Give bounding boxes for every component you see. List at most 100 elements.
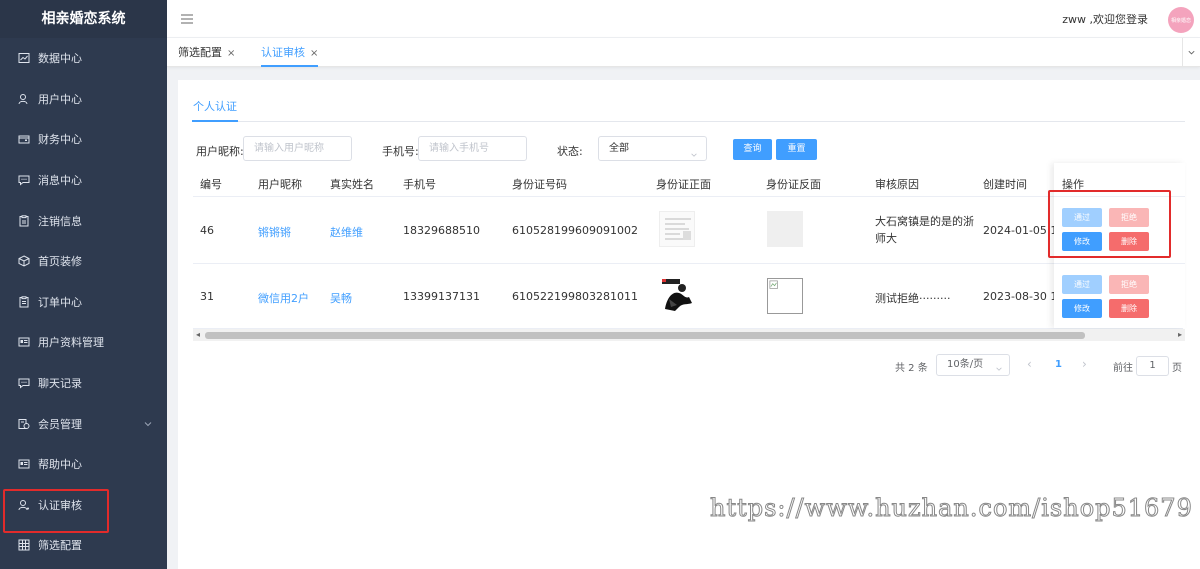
watermark-text: https://www.huzhan.com/ishop51679 <box>710 494 1193 523</box>
cell-id: 31 <box>200 290 214 303</box>
sidebar-item-filter-config[interactable]: 筛选配置 <box>0 525 167 566</box>
tab-personal-verification[interactable]: 个人认证 <box>193 98 237 114</box>
brand-title: 相亲婚恋系统 <box>0 0 167 38</box>
sidebar-item-label: 筛选配置 <box>38 539 82 553</box>
divider <box>192 121 1185 122</box>
close-icon[interactable]: × <box>227 48 235 59</box>
column-header-real-name: 真实姓名 <box>330 178 374 191</box>
sidebar-item-orders[interactable]: 订单中心 <box>0 282 167 323</box>
sidebar-item-label: 首页装修 <box>38 255 82 269</box>
help-card-icon <box>18 458 30 470</box>
tab-verification[interactable]: 认证审核 × <box>261 38 319 67</box>
active-tab-indicator <box>192 120 238 122</box>
reset-button[interactable]: 重置 <box>776 139 817 160</box>
sidebar-item-label: 数据中心 <box>38 52 82 66</box>
sidebar-item-label: 用户资料管理 <box>38 336 104 350</box>
user-check-icon <box>18 499 30 511</box>
table-divider <box>193 263 1183 264</box>
tabs-bar: 筛选配置 × 认证审核 × <box>167 38 1200 67</box>
chevron-down-icon <box>995 361 1003 381</box>
reject-button[interactable]: 拒绝 <box>1109 275 1149 294</box>
highlight-box <box>1048 190 1171 258</box>
total-count: 共 2 条 <box>895 363 928 374</box>
status-select-value: 全部 <box>609 143 629 154</box>
sidebar-item-help[interactable]: 帮助中心 <box>0 444 167 485</box>
sidebar-item-label: 消息中心 <box>38 174 82 188</box>
tabs-dropdown-button[interactable] <box>1182 38 1200 67</box>
column-header-id-back: 身份证反面 <box>766 178 821 191</box>
sidebar-item-profile-management[interactable]: 用户资料管理 <box>0 322 167 363</box>
tab-label: 筛选配置 <box>178 46 222 59</box>
sidebar-item-home-decor[interactable]: 首页装修 <box>0 241 167 282</box>
cell-nickname[interactable]: 锵锵锵 <box>258 224 291 240</box>
cell-reason: 大石窝镇是的是的浙师大 <box>875 215 974 245</box>
cell-nickname[interactable]: 微信用2户 <box>258 290 309 306</box>
scroll-right-icon[interactable]: ▸ <box>1175 329 1185 341</box>
prev-page-button[interactable]: ‹ <box>1027 357 1032 371</box>
nickname-input[interactable]: 请输入用户昵称 <box>243 136 352 161</box>
sidebar-item-label: 用户中心 <box>38 92 82 106</box>
sidebar-item-chat-records[interactable]: 聊天记录 <box>0 363 167 404</box>
hamburger-menu-icon[interactable] <box>181 13 193 24</box>
clipboard-icon <box>18 296 30 308</box>
document-icon <box>18 214 30 227</box>
sidebar-item-messages[interactable]: 消息中心 <box>0 160 167 201</box>
cell-id-number: 610528199609091002 <box>512 224 638 237</box>
sidebar-item-label: 聊天记录 <box>38 377 82 391</box>
avatar-label: 相亲婚恋 <box>1170 17 1191 24</box>
cell-real-name[interactable]: 吴畅 <box>330 290 352 306</box>
grid-icon <box>18 539 30 551</box>
close-icon[interactable]: × <box>310 48 318 59</box>
table-divider <box>1054 263 1185 264</box>
top-header: zww ,欢迎您登录 相亲婚恋 <box>167 0 1200 38</box>
id-card-icon <box>18 336 30 348</box>
chat-icon <box>18 377 30 389</box>
horizontal-scrollbar[interactable]: ◂ ▸ <box>193 329 1185 341</box>
chevron-down-icon <box>1187 46 1196 60</box>
sidebar-item-label: 注销信息 <box>38 214 82 228</box>
scrollbar-thumb[interactable] <box>205 332 1085 339</box>
page-number-current[interactable]: 1 <box>1055 359 1062 370</box>
delete-button[interactable]: 删除 <box>1109 299 1149 318</box>
column-header-reason: 审核原因 <box>875 178 919 191</box>
page-size-select[interactable]: 10条/页 <box>936 354 1010 376</box>
sidebar-item-label: 财务中心 <box>38 133 82 147</box>
query-button[interactable]: 查询 <box>733 139 772 160</box>
id-back-image[interactable] <box>767 211 803 247</box>
next-page-button[interactable]: › <box>1082 357 1087 371</box>
phone-input[interactable]: 请输入手机号 <box>418 136 527 161</box>
cell-id-number: 610522199803281011 <box>512 290 638 303</box>
broken-image-icon[interactable] <box>767 278 803 314</box>
sidebar-item-data-center[interactable]: 数据中心 <box>0 38 167 79</box>
tab-filter-config[interactable]: 筛选配置 × <box>178 38 235 67</box>
member-icon <box>18 418 30 430</box>
cell-reason: 测试拒绝········· <box>875 292 951 305</box>
edit-button[interactable]: 修改 <box>1062 299 1102 318</box>
phone-label: 手机号: <box>382 145 419 158</box>
avatar[interactable]: 相亲婚恋 <box>1168 7 1194 33</box>
cell-real-name[interactable]: 赵维维 <box>330 224 363 240</box>
column-header-created: 创建时间 <box>983 178 1027 191</box>
id-front-image[interactable] <box>659 277 695 313</box>
sidebar-item-label: 认证审核 <box>38 498 82 512</box>
pass-button[interactable]: 通过 <box>1062 275 1102 294</box>
chart-icon <box>18 52 30 64</box>
sidebar-item-user-center[interactable]: 用户中心 <box>0 79 167 120</box>
sidebar-item-label: 订单中心 <box>38 295 82 309</box>
table-divider <box>193 196 1183 197</box>
sidebar-item-membership[interactable]: 会员管理 <box>0 403 167 444</box>
sidebar-item-label: 会员管理 <box>38 417 82 431</box>
scroll-left-icon[interactable]: ◂ <box>193 329 203 341</box>
status-label: 状态: <box>557 145 583 158</box>
sidebar-item-verification[interactable]: 认证审核 <box>0 485 167 533</box>
goto-page-input[interactable]: 1 <box>1136 356 1169 376</box>
nickname-label: 用户昵称: <box>196 145 244 158</box>
cell-phone: 18329688510 <box>403 224 480 237</box>
sidebar-item-cancellation[interactable]: 注销信息 <box>0 200 167 241</box>
column-header-id-number: 身份证号码 <box>512 178 567 191</box>
status-select[interactable]: 全部 <box>598 136 707 161</box>
chevron-down-icon <box>143 418 153 428</box>
id-front-image[interactable] <box>659 211 695 247</box>
sidebar-item-finance[interactable]: 财务中心 <box>0 119 167 160</box>
cube-icon <box>18 255 30 267</box>
